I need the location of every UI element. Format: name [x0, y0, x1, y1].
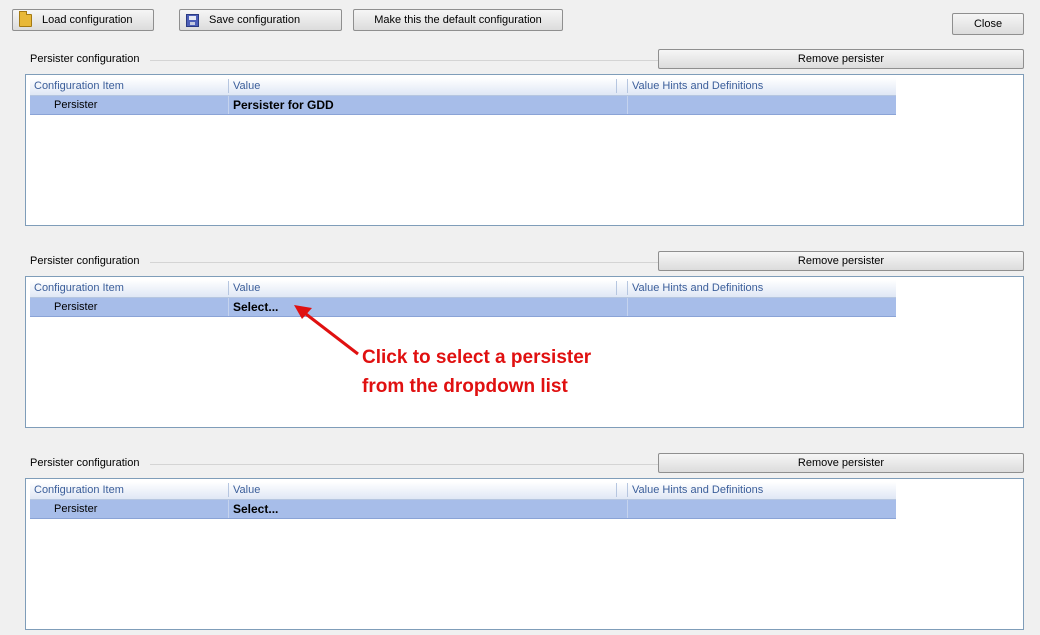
column-header-configuration-item[interactable]: Configuration Item — [34, 484, 124, 496]
save-configuration-button[interactable]: Save configuration — [179, 9, 342, 31]
save-icon — [186, 13, 199, 27]
annotation-callout: Click to select a persister from the dro… — [362, 343, 591, 401]
table-row[interactable]: Persister Select... — [30, 500, 896, 519]
column-header-value-hints[interactable]: Value Hints and Definitions — [632, 80, 763, 92]
remove-persister-label: Remove persister — [797, 255, 885, 267]
column-separator — [228, 79, 229, 93]
section-divider — [150, 464, 660, 465]
remove-persister-button[interactable]: Remove persister — [658, 453, 1024, 473]
column-header-value-hints[interactable]: Value Hints and Definitions — [632, 484, 763, 496]
column-separator — [616, 281, 617, 295]
row-value-cell[interactable]: Select... — [233, 502, 278, 516]
remove-persister-label: Remove persister — [797, 53, 885, 65]
column-separator — [616, 483, 617, 497]
close-label: Close — [973, 18, 1003, 30]
column-separator — [627, 281, 628, 295]
row-item-cell: Persister — [54, 503, 98, 515]
column-separator — [228, 281, 229, 295]
cell-separator — [228, 298, 229, 316]
column-header-value[interactable]: Value — [233, 80, 260, 92]
section-title: Persister configuration — [30, 457, 140, 469]
section-divider — [150, 262, 660, 263]
cell-separator — [228, 500, 229, 518]
cell-separator — [228, 96, 229, 114]
remove-persister-button[interactable]: Remove persister — [658, 251, 1024, 271]
load-configuration-button[interactable]: Load configuration — [12, 9, 154, 31]
column-header-value-hints[interactable]: Value Hints and Definitions — [632, 282, 763, 294]
remove-persister-label: Remove persister — [797, 457, 885, 469]
column-separator — [627, 79, 628, 93]
column-header-value[interactable]: Value — [233, 484, 260, 496]
grid-header: Configuration Item Value Value Hints and… — [30, 280, 896, 298]
make-default-label: Make this the default configuration — [374, 14, 542, 26]
cell-separator — [627, 96, 628, 114]
cell-separator — [627, 500, 628, 518]
save-configuration-label: Save configuration — [209, 14, 301, 26]
configuration-grid[interactable]: Configuration Item Value Value Hints and… — [25, 74, 1024, 226]
section-divider — [150, 60, 660, 61]
column-header-configuration-item[interactable]: Configuration Item — [34, 282, 124, 294]
annotation-arrow-icon — [294, 305, 359, 356]
annotation-line-2: from the dropdown list — [362, 376, 568, 397]
column-header-value[interactable]: Value — [233, 282, 260, 294]
close-button[interactable]: Close — [952, 13, 1024, 35]
row-value-cell[interactable]: Persister for GDD — [233, 98, 334, 112]
load-configuration-label: Load configuration — [42, 14, 133, 26]
section-title: Persister configuration — [30, 255, 140, 267]
configuration-grid[interactable]: Configuration Item Value Value Hints and… — [25, 478, 1024, 630]
annotation-line-1: Click to select a persister — [362, 347, 592, 368]
folder-icon — [19, 10, 32, 27]
table-row[interactable]: Persister Select... — [30, 298, 896, 317]
section-title: Persister configuration — [30, 53, 140, 65]
row-item-cell: Persister — [54, 99, 98, 111]
column-separator — [228, 483, 229, 497]
remove-persister-button[interactable]: Remove persister — [658, 49, 1024, 69]
grid-header: Configuration Item Value Value Hints and… — [30, 482, 896, 500]
cell-separator — [627, 298, 628, 316]
grid-header: Configuration Item Value Value Hints and… — [30, 78, 896, 96]
table-row[interactable]: Persister Persister for GDD — [30, 96, 896, 115]
column-header-configuration-item[interactable]: Configuration Item — [34, 80, 124, 92]
make-default-button[interactable]: Make this the default configuration — [353, 9, 563, 31]
column-separator — [616, 79, 617, 93]
column-separator — [627, 483, 628, 497]
row-item-cell: Persister — [54, 301, 98, 313]
row-value-cell[interactable]: Select... — [233, 300, 278, 314]
